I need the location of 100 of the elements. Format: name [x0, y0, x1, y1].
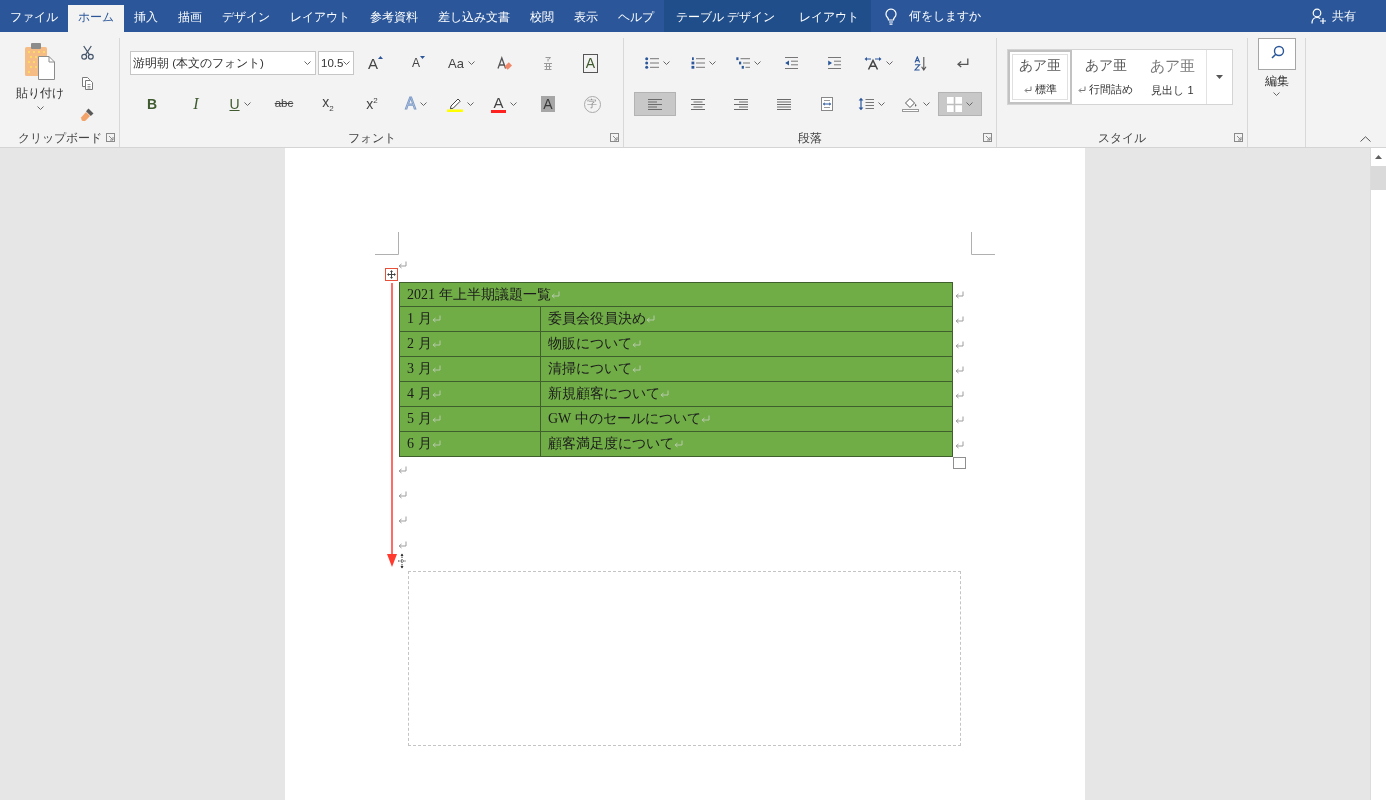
- superscript-button[interactable]: x$^{2}$: [362, 92, 382, 116]
- ribbon-tab[interactable]: テーブル デザイン: [664, 0, 788, 32]
- chevron-up-icon: [1360, 136, 1371, 142]
- distributed-icon: [820, 97, 833, 111]
- paragraph-mark-icon: [955, 365, 964, 374]
- ribbon-tab[interactable]: ファイル: [0, 5, 68, 32]
- shrink-font-button[interactable]: A: [408, 51, 429, 75]
- paragraph-mark-icon: [660, 390, 669, 398]
- dialog-launcher-icon[interactable]: [610, 133, 619, 142]
- paragraph-mark-icon: [955, 390, 964, 399]
- share-button[interactable]: 共有: [1305, 0, 1362, 32]
- ribbon-tab[interactable]: 差し込み文書: [428, 5, 520, 32]
- align-center-icon: [690, 98, 705, 110]
- cell-text: 清掃について: [548, 360, 632, 378]
- cell-text: 1 月: [407, 310, 432, 328]
- paragraph-mark-icon: [955, 340, 964, 349]
- search-icon: [1257, 38, 1296, 70]
- font-color-button[interactable]: A: [487, 92, 521, 116]
- align-right-icon: [733, 98, 748, 110]
- ribbon-tab[interactable]: レイアウト: [280, 5, 360, 32]
- paragraph-mark-icon: [398, 465, 407, 474]
- ribbon-tab[interactable]: ホーム: [68, 5, 124, 32]
- cell-text: 顧客満足度について: [548, 435, 674, 453]
- paste-button[interactable]: 貼り付け: [5, 40, 75, 112]
- group-label: スタイル: [1098, 130, 1146, 145]
- align-left-button[interactable]: [634, 92, 676, 116]
- triangle-down-icon: [420, 56, 425, 59]
- character-border-button[interactable]: A: [582, 53, 599, 73]
- caret-down-icon: [36, 106, 44, 110]
- group-label: フォント: [347, 130, 396, 145]
- paragraph-mark-icon: [955, 415, 964, 424]
- ribbon-tab[interactable]: 参考資料: [360, 5, 428, 32]
- cell-text: 新規顧客について: [548, 385, 660, 403]
- group-label: 段落: [798, 130, 822, 145]
- copy-icon: [80, 75, 94, 91]
- editing-button[interactable]: 編集: [1257, 38, 1296, 100]
- ribbon-tab[interactable]: デザイン: [212, 5, 280, 32]
- ribbon-tab[interactable]: レイアウト: [787, 0, 872, 32]
- cell-text: 3 月: [407, 360, 432, 378]
- paragraph-mark-icon: [431, 340, 441, 348]
- cell-text: 2 月: [407, 335, 432, 353]
- paragraph-mark-icon: [431, 390, 441, 398]
- cell-text: 6 月: [407, 435, 432, 453]
- paragraph-mark-icon: [398, 261, 407, 269]
- paragraph-mark-icon: [646, 315, 655, 323]
- bold-button[interactable]: B: [142, 92, 162, 116]
- font-name-field[interactable]: 游明朝 (本文のフォント): [130, 51, 316, 75]
- paragraph-mark-icon: [700, 415, 710, 423]
- paragraph-mark-icon: [632, 365, 641, 373]
- caret-down-icon: [343, 61, 351, 65]
- caret-down-icon: [1273, 92, 1280, 96]
- cell-text: GW 中のセールについて: [548, 410, 701, 428]
- paragraph-mark-icon: [674, 440, 683, 448]
- align-left-icon: [648, 98, 662, 110]
- underline-button[interactable]: U: [225, 92, 255, 116]
- ribbon-tab[interactable]: 描画: [168, 5, 212, 32]
- dialog-launcher-icon[interactable]: [106, 133, 115, 142]
- paragraph-mark-icon: [955, 290, 964, 299]
- multilevel-list-icon: [735, 57, 750, 69]
- highlighter-icon: [446, 96, 463, 112]
- ribbon-tab[interactable]: ヘルプ: [608, 5, 664, 32]
- style-gallery-item[interactable]: あア亜 標準: [1008, 50, 1072, 104]
- paragraph-mark-icon: [955, 440, 964, 449]
- corner-mark-icon: [375, 232, 399, 255]
- character-shading-button[interactable]: A: [537, 92, 559, 116]
- cell-text: 4 月: [407, 385, 432, 403]
- dropdown-triangle-icon: [1216, 75, 1223, 79]
- paragraph-mark-icon: [550, 290, 560, 299]
- paint-bucket-icon: [902, 96, 919, 112]
- line-spacing-icon: [857, 97, 874, 111]
- ribbon-tab[interactable]: 校閲: [520, 5, 564, 32]
- phonetic-guide-icon: [542, 56, 553, 70]
- dialog-launcher-icon[interactable]: [983, 133, 992, 142]
- eraser-icon: [496, 56, 513, 70]
- scissors-icon: [80, 44, 94, 60]
- change-case-button[interactable]: Aa: [444, 51, 479, 75]
- move-handle-icon[interactable]: [385, 268, 398, 281]
- italic-button[interactable]: I: [189, 92, 203, 116]
- dialog-launcher-icon[interactable]: [1234, 133, 1243, 142]
- subscript-button[interactable]: x$_{2}$: [318, 92, 338, 116]
- ribbon-tab[interactable]: 挿入: [124, 5, 168, 32]
- paragraph-mark-icon: [431, 415, 441, 423]
- table-resize-handle[interactable]: [953, 457, 966, 469]
- scrollbar-thumb[interactable]: [1371, 166, 1386, 190]
- ribbon-tab[interactable]: 表示: [564, 5, 608, 32]
- decrease-indent-icon: [784, 57, 798, 69]
- borders-button[interactable]: [938, 92, 982, 116]
- font-size-field[interactable]: 10.5: [318, 51, 354, 75]
- cell-text: 2021 年上半期議題一覧: [407, 285, 551, 304]
- strikethrough-button[interactable]: abc: [270, 92, 298, 116]
- clipboard-icon: [24, 42, 56, 80]
- tell-me-search[interactable]: 何をしますか: [871, 0, 982, 32]
- cell-text: 委員会役員決め: [548, 310, 646, 328]
- paragraph-mark-icon: [398, 540, 407, 549]
- paragraph-mark-icon: [398, 490, 407, 499]
- lightbulb-icon: [885, 7, 898, 25]
- triangle-up-icon: [1375, 155, 1382, 159]
- letter-arrows-icon: [863, 56, 882, 70]
- cell-text: 5 月: [407, 410, 432, 428]
- grow-font-button[interactable]: A: [364, 51, 387, 75]
